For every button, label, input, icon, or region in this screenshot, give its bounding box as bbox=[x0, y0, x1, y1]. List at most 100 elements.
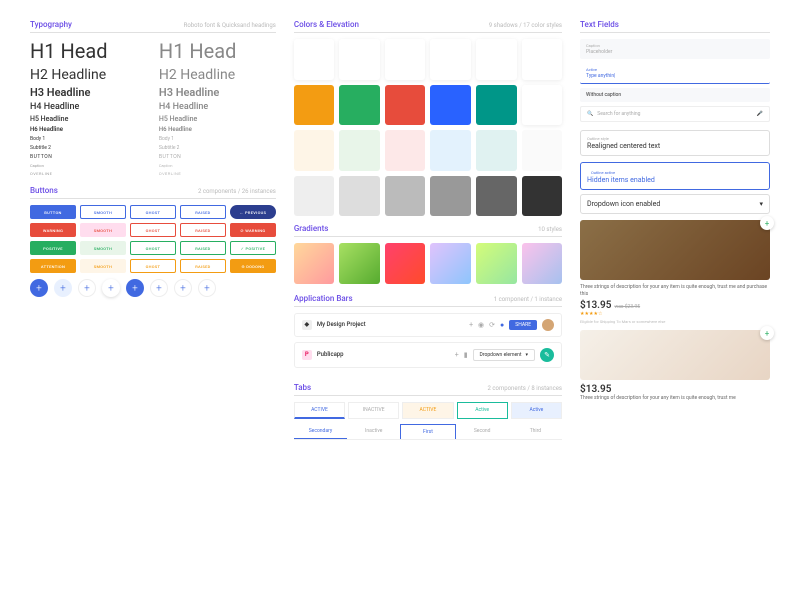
button-text-sample: BUTTON bbox=[30, 154, 147, 160]
h3-sample: H3 Headline bbox=[30, 86, 147, 99]
button-positive-icon[interactable]: ✓ POSITIVE bbox=[230, 241, 276, 255]
tabs-subtitle: 2 components / 8 instances bbox=[488, 385, 562, 392]
button-smooth-green[interactable]: SMOOTH bbox=[80, 241, 126, 255]
button-raised-green[interactable]: RAISED bbox=[180, 241, 226, 255]
fab-add-outline3[interactable]: + bbox=[174, 279, 192, 297]
tab-active[interactable]: ACTIVE bbox=[294, 402, 345, 419]
appbar-title: My Design Project bbox=[317, 321, 464, 328]
fab-add-light[interactable]: + bbox=[54, 279, 72, 297]
button-positive[interactable]: POSITIVE bbox=[30, 241, 76, 255]
h6-sample-light: H6 Headline bbox=[159, 126, 276, 133]
plus-icon[interactable]: + bbox=[455, 351, 459, 359]
tab-third[interactable]: Third bbox=[509, 424, 562, 439]
fab-add-outline2[interactable]: + bbox=[150, 279, 168, 297]
appbar-1: ◆ My Design Project + ◉ ⟳ ● SHARE bbox=[294, 313, 562, 337]
swatch-red bbox=[385, 85, 426, 126]
product-price-2: $13.95 bbox=[580, 384, 770, 395]
outline-label: Outline style bbox=[587, 136, 763, 141]
share-button[interactable]: SHARE bbox=[509, 320, 537, 330]
overline-sample-light: OVERLINE bbox=[159, 171, 276, 176]
button-ghost-orange[interactable]: GHOST bbox=[130, 259, 176, 273]
button-primary[interactable]: BUTTON bbox=[30, 205, 76, 219]
tab-first[interactable]: First bbox=[400, 424, 455, 439]
add-to-cart-fab[interactable]: + bbox=[760, 326, 774, 340]
swatch-shadow bbox=[522, 39, 563, 80]
text-field-nocaption[interactable]: Without caption bbox=[580, 88, 770, 102]
edit-fab[interactable]: ✎ bbox=[540, 348, 554, 362]
text-field-caption[interactable]: Caption Placeholder bbox=[580, 39, 770, 59]
swatch-offwhite bbox=[522, 130, 563, 171]
button-previous[interactable]: ← PREVIOUS bbox=[230, 205, 276, 219]
text-field-active[interactable]: Active Type anythin| bbox=[580, 63, 770, 84]
h4-sample-light: H4 Headline bbox=[159, 102, 276, 112]
plus-icon[interactable]: + bbox=[469, 321, 473, 329]
tab-secondary[interactable]: Secondary bbox=[294, 424, 347, 439]
button-smooth-blue[interactable]: SMOOTH bbox=[80, 205, 126, 219]
tab-inactive[interactable]: INACTIVE bbox=[348, 402, 399, 419]
trash-icon[interactable]: ▮ bbox=[464, 351, 468, 359]
button-ghost-red[interactable]: GHOST bbox=[130, 223, 176, 237]
swatch-green-light bbox=[339, 130, 380, 171]
product-price: $13.95 bbox=[580, 300, 611, 311]
fab-add-outline4[interactable]: + bbox=[198, 279, 216, 297]
gradient-swatches bbox=[294, 243, 562, 284]
tab-active-teal[interactable]: Active bbox=[457, 402, 508, 419]
add-to-cart-fab[interactable]: + bbox=[760, 216, 774, 230]
gradient-green bbox=[339, 243, 380, 284]
swatch-shadow bbox=[385, 39, 426, 80]
h2-sample: H2 Headline bbox=[30, 67, 147, 83]
outline-field[interactable]: Outline style Realigned centered text bbox=[580, 130, 770, 156]
h1-sample-light: H1 Head bbox=[159, 39, 276, 63]
swatch-orange-light bbox=[294, 130, 335, 171]
tab-inactive-2[interactable]: Inactive bbox=[347, 424, 400, 439]
mic-icon[interactable]: 🎤 bbox=[757, 111, 763, 117]
button-warning-icon[interactable]: ⊘ WARNING bbox=[230, 223, 276, 237]
gradient-red bbox=[385, 243, 426, 284]
field-placeholder: Placeholder bbox=[586, 49, 764, 55]
shipping-note: Eligible for Shipping To Mars or somewhe… bbox=[580, 319, 770, 324]
fab-add-blue[interactable]: + bbox=[30, 279, 48, 297]
button-raised-blue[interactable]: RAISED bbox=[180, 205, 226, 219]
appbars-title: Application Bars bbox=[294, 294, 353, 303]
subtitle2-sample-light: Subtitle 2 bbox=[159, 145, 276, 151]
fab-add-outline[interactable]: + bbox=[78, 279, 96, 297]
field-label-active: Active bbox=[586, 67, 764, 72]
avatar[interactable] bbox=[542, 319, 554, 331]
button-smooth-red[interactable]: SMOOTH bbox=[80, 223, 126, 237]
gradient-purple bbox=[430, 243, 471, 284]
button-raised-red[interactable]: RAISED bbox=[180, 223, 226, 237]
swatch-gray2 bbox=[339, 176, 380, 217]
tab-second[interactable]: Second bbox=[456, 424, 509, 439]
button-dodong[interactable]: ⊕ DODONG bbox=[230, 259, 276, 273]
typography-col-bold: H1 Head H2 Headline H3 Headline H4 Headl… bbox=[30, 39, 147, 176]
h2-sample-light: H2 Headline bbox=[159, 67, 276, 83]
dropdown-field[interactable]: Dropdown icon enabled ▾ bbox=[580, 194, 770, 214]
overline-sample: OVERLINE bbox=[30, 171, 147, 176]
button-ghost-blue[interactable]: GHOST bbox=[130, 205, 176, 219]
outline-field-active[interactable]: Outline active Hidden items enabled bbox=[580, 162, 770, 190]
dropdown-element[interactable]: Dropdown element▾ bbox=[473, 349, 535, 361]
h5-sample: H5 Headline bbox=[30, 115, 147, 123]
product-price-old: was $23.95 bbox=[614, 304, 640, 310]
swatch-orange bbox=[294, 85, 335, 126]
swatch-green bbox=[339, 85, 380, 126]
appbars-subtitle: 1 component / 1 instance bbox=[494, 296, 562, 303]
button-raised-orange[interactable]: RAISED bbox=[180, 259, 226, 273]
chevron-down-icon: ▾ bbox=[759, 200, 763, 208]
swatch-blue bbox=[430, 85, 471, 126]
gradients-subtitle: 10 styles bbox=[538, 226, 562, 233]
dot-icon[interactable]: ● bbox=[500, 321, 504, 329]
eye-icon[interactable]: ◉ bbox=[478, 321, 484, 329]
sync-icon[interactable]: ⟳ bbox=[489, 321, 495, 329]
button-ghost-green[interactable]: GHOST bbox=[130, 241, 176, 255]
fab-add-blue2[interactable]: + bbox=[126, 279, 144, 297]
tab-active-orange[interactable]: ACTIVE bbox=[402, 402, 453, 419]
fab-add-shadow[interactable]: + bbox=[102, 279, 120, 297]
button-smooth-orange[interactable]: SMOOTH bbox=[80, 259, 126, 273]
button-attention[interactable]: ATTENTION bbox=[30, 259, 76, 273]
tab-active-blue[interactable]: Active bbox=[511, 402, 562, 419]
gradient-peach bbox=[294, 243, 335, 284]
colors-subtitle: 9 shadows / 17 color styles bbox=[489, 22, 562, 29]
search-field[interactable]: 🔍 Search for anything 🎤 bbox=[580, 106, 770, 122]
button-warning[interactable]: WARNING bbox=[30, 223, 76, 237]
